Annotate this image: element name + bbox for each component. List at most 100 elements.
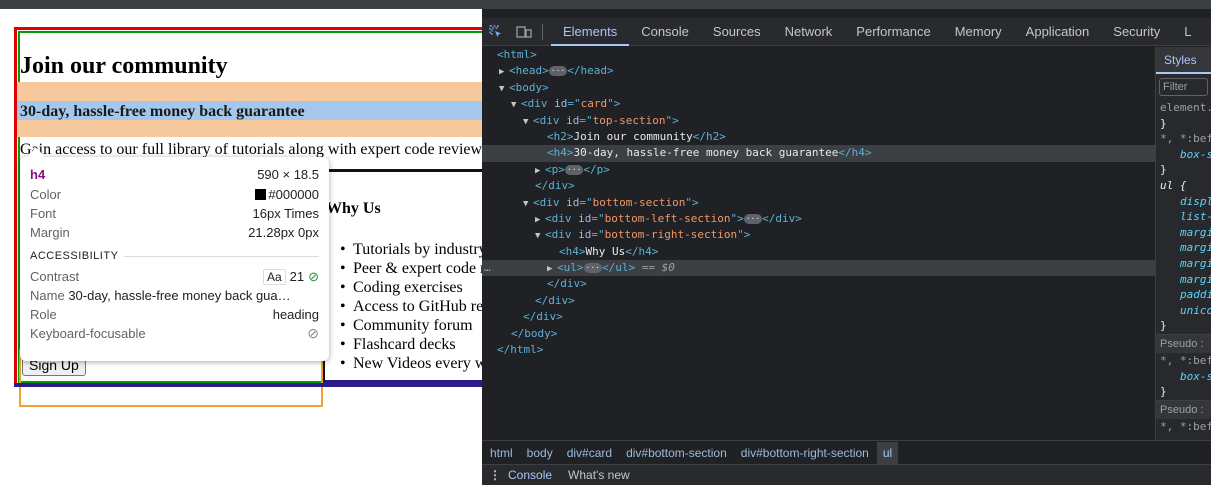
expand-triangle-icon[interactable]: ▶ [535, 163, 545, 179]
dom-node-html-close[interactable]: </html> [482, 342, 1155, 358]
list-item: Access to GitHub repos [340, 297, 482, 316]
ellipsis-icon[interactable]: ··· [548, 66, 568, 77]
tab-console[interactable]: Console [629, 18, 701, 46]
list-item: New Videos every week [340, 354, 482, 373]
dom-node-card[interactable]: ▼ <div id="card"> [482, 96, 1155, 112]
dom-node-bottom-left[interactable]: ▶ <div id="bottom-left-section"> ··· </div> [482, 211, 1155, 227]
tab-sources[interactable]: Sources [701, 18, 773, 46]
tooltip-label: Font [30, 206, 57, 221]
color-swatch-icon [255, 189, 267, 200]
collapse-triangle-icon[interactable]: ▼ [523, 114, 533, 130]
tooltip-value: 16px Times [252, 206, 319, 221]
breadcrumb-item[interactable]: div#bottom-right-section [741, 446, 869, 460]
expand-triangle-icon[interactable]: ▶ [499, 64, 509, 80]
tab-application[interactable]: Application [1014, 18, 1102, 46]
card-bottom-border [14, 383, 482, 387]
breadcrumb-item[interactable]: div#bottom-section [626, 446, 727, 460]
tab-security[interactable]: Security [1101, 18, 1172, 46]
dom-node-close-div[interactable]: </div> [482, 178, 1155, 194]
contrast-badge: Aa [262, 268, 286, 285]
styles-pane: Styles Filter element. } *, *:bef box-s … [1155, 47, 1211, 440]
collapse-triangle-icon[interactable]: ▼ [511, 97, 521, 113]
list-item: Flashcard decks [340, 335, 482, 354]
inspect-element-icon[interactable] [482, 18, 510, 46]
dom-node-bottom-right[interactable]: ▼ <div id="bottom-right-section"> [482, 227, 1155, 243]
tab-lighthouse[interactable]: L [1172, 18, 1203, 46]
tooltip-value: 21.28px 0px [248, 225, 319, 240]
list-item: Peer & expert code review [340, 259, 482, 278]
dom-node-h4-why[interactable]: <h4>Why Us</h4> [482, 244, 1155, 260]
tooltip-row-keyboard: Keyboard-focusable ⊘ [30, 325, 319, 341]
drawer-tab-bar: ⋮ Console What's new [482, 464, 1211, 485]
collapse-triangle-icon[interactable]: ▼ [499, 81, 509, 97]
tooltip-header: h4 590 × 18.5 [30, 163, 319, 185]
expand-triangle-icon[interactable]: ▶ [547, 261, 557, 277]
styles-filter-input[interactable]: Filter [1159, 78, 1208, 96]
tooltip-row-color: Color #000000 [30, 185, 319, 204]
list-item: Tutorials by industry experts [340, 240, 482, 259]
page-heading: Join our community [20, 53, 228, 79]
ellipsis-icon[interactable]: ··· [583, 263, 602, 274]
ellipsis-icon[interactable]: ··· [743, 213, 763, 224]
tab-memory[interactable]: Memory [943, 18, 1014, 46]
tooltip-value: #000000 [268, 187, 319, 202]
drawer-tab-console[interactable]: Console [508, 468, 552, 482]
dom-node-h4-hovered[interactable]: <h4>30-day, hassle-free money back guara… [482, 145, 1155, 162]
dom-node-close-div[interactable]: </div> [482, 309, 1155, 325]
tab-performance[interactable]: Performance [844, 18, 942, 46]
role-value: heading [272, 307, 319, 322]
breadcrumb: html body div#card div#bottom-section di… [482, 440, 1211, 464]
dom-node-head[interactable]: ▶ <head> ··· </head> [482, 63, 1155, 79]
features-list: Tutorials by industry experts Peer & exp… [340, 240, 482, 373]
ellipsis-icon[interactable]: ··· [564, 164, 584, 175]
dom-node-ul-selected[interactable]: … ▶ <ul> ··· </ul> == $0 [482, 260, 1155, 277]
collapse-triangle-icon[interactable]: ▼ [523, 196, 533, 212]
tooltip-dimensions: 590 × 18.5 [257, 166, 319, 182]
more-dots-icon[interactable]: … [484, 260, 491, 276]
tab-elements[interactable]: Elements [551, 18, 630, 46]
tooltip-row-role: Role heading [30, 307, 319, 322]
expand-triangle-icon[interactable]: ▶ [535, 212, 545, 228]
dom-node-close-div[interactable]: </div> [482, 276, 1155, 292]
breadcrumb-item[interactable]: body [527, 446, 553, 460]
drawer-tab-whats-new[interactable]: What's new [568, 468, 630, 482]
dom-node-top-section[interactable]: ▼ <div id="top-section"> [482, 113, 1155, 129]
tooltip-label: Color [30, 187, 62, 202]
dom-tree[interactable]: <html> ▶ <head> ··· </head> ▼ <body> ▼ <div i… [482, 47, 1155, 440]
tooltip-label: Margin [30, 225, 70, 240]
tab-network[interactable]: Network [773, 18, 845, 46]
tab-styles[interactable]: Styles [1156, 47, 1211, 74]
breadcrumb-item-active[interactable]: ul [876, 441, 899, 464]
tooltip-tag: h4 [30, 166, 46, 182]
why-us-heading: Why Us [326, 200, 381, 217]
tooltip-row-contrast: Contrast Aa 21 ⊘ [30, 268, 319, 285]
dom-node-html[interactable]: <html> [482, 47, 1155, 63]
more-menu-icon[interactable]: ⋮ [482, 468, 508, 482]
collapse-triangle-icon[interactable]: ▼ [535, 228, 545, 244]
guarantee-heading: 30-day, hassle-free money back guarantee [20, 103, 305, 120]
tooltip-row-font: Font 16px Times [30, 204, 319, 223]
contrast-value: 21 [289, 268, 305, 284]
not-focusable-icon: ⊘ [307, 325, 319, 341]
dom-node-body-close[interactable]: </body> [482, 326, 1155, 342]
list-item: Community forum [340, 316, 482, 335]
devtools-panel: Elements Console Sources Network Perform… [482, 9, 1211, 485]
list-item: Coding exercises [340, 278, 482, 297]
check-circle-icon: ⊘ [308, 268, 319, 284]
tooltip-row-name: Name 30-day, hassle-free money back gua… [30, 288, 291, 303]
inspect-tooltip: h4 590 × 18.5 Color #000000 Font 16px Ti… [20, 157, 329, 361]
devtools-tab-bar: Elements Console Sources Network Perform… [482, 18, 1211, 46]
dom-node-p[interactable]: ▶ <p> ··· </p> [482, 162, 1155, 178]
device-toolbar-icon[interactable] [510, 18, 538, 46]
dom-node-close-div[interactable]: </div> [482, 293, 1155, 309]
dom-node-bottom-section[interactable]: ▼ <div id="bottom-section"> [482, 195, 1155, 211]
page-preview: Join our community 30-day, hassle-free m… [0, 9, 482, 485]
tooltip-row-margin: Margin 21.28px 0px [30, 223, 319, 242]
browser-top-strip [0, 0, 1211, 9]
breadcrumb-item[interactable]: div#card [567, 446, 612, 460]
dom-node-body[interactable]: ▼ <body> [482, 80, 1155, 96]
section-divider [124, 255, 319, 257]
breadcrumb-item[interactable]: html [490, 446, 513, 460]
dom-node-h2[interactable]: <h2>Join our community</h2> [482, 129, 1155, 145]
accessible-name-value: 30-day, hassle-free money back gua… [68, 288, 291, 303]
